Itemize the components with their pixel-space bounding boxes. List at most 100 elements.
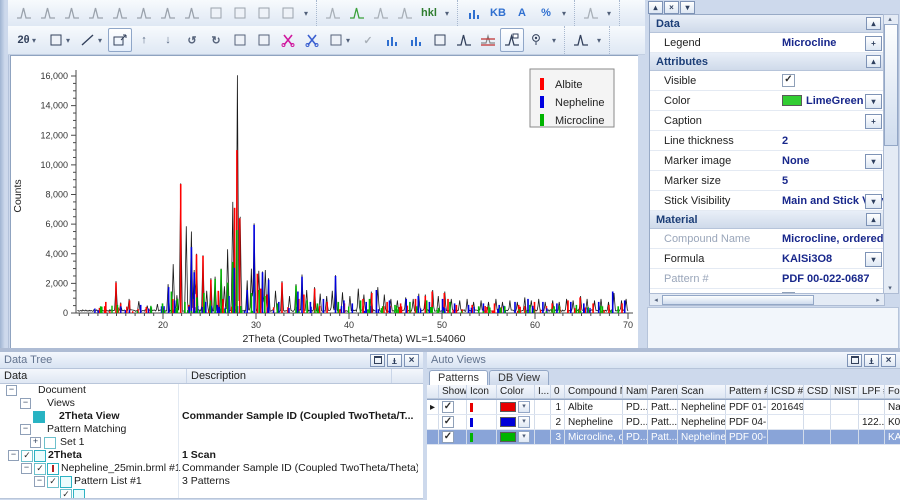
- zoom-box-icon[interactable]: [108, 28, 132, 52]
- toolbar-overflow-icon[interactable]: ▾: [603, 1, 615, 25]
- tree-node-label[interactable]: 2Theta: [48, 449, 82, 462]
- show-checkbox-checked[interactable]: ✓: [442, 416, 454, 428]
- shift-right-icon[interactable]: [132, 1, 156, 25]
- tree-node-label[interactable]: 2Theta View: [59, 410, 120, 423]
- column-header-parent[interactable]: Parent: [648, 385, 678, 398]
- search-match-icon[interactable]: [345, 1, 369, 25]
- shift-left-icon[interactable]: [108, 1, 132, 25]
- tree-checkbox-on[interactable]: ✓: [21, 450, 33, 462]
- collapse-node-icon[interactable]: −: [21, 463, 32, 474]
- dropdown-button[interactable]: ▾: [865, 94, 882, 109]
- column-header-pattern-[interactable]: Pattern #: [726, 385, 768, 398]
- tree-row[interactable]: −Document: [0, 384, 423, 397]
- toolbar-overflow-icon[interactable]: ▾: [558, 1, 570, 25]
- copy-document-icon[interactable]: ▾: [324, 28, 356, 52]
- dropdown-button[interactable]: ▾: [865, 252, 882, 267]
- toolbar-overflow-icon[interactable]: ▾: [300, 1, 312, 25]
- collapse-node-icon[interactable]: −: [8, 450, 19, 461]
- scroll-right-icon[interactable]: ▸: [872, 296, 884, 304]
- add-button[interactable]: +: [865, 114, 882, 129]
- column-header-color[interactable]: Color: [497, 385, 535, 398]
- peak-marks-icon[interactable]: [380, 28, 404, 52]
- column-header-name[interactable]: Name: [623, 385, 648, 398]
- add-view-icon[interactable]: [204, 1, 228, 25]
- view-tool-icon[interactable]: [579, 1, 603, 25]
- kbeta-icon[interactable]: KB: [486, 1, 510, 25]
- property-grid-vscrollbar[interactable]: ▴▾: [883, 14, 899, 294]
- undo-icon[interactable]: ↺: [180, 28, 204, 52]
- peak-list-icon[interactable]: [404, 28, 428, 52]
- pattern-row[interactable]: ✓▾3Microcline, ord...PD...Patt...Nepheli…: [427, 430, 900, 445]
- column-header-scan[interactable]: Scan: [678, 385, 726, 398]
- property-value[interactable]: 2: [782, 135, 884, 147]
- strip-lines-icon[interactable]: [476, 28, 500, 52]
- collapse-node-icon[interactable]: −: [20, 398, 31, 409]
- column-header-row-selector[interactable]: [427, 385, 439, 398]
- property-value[interactable]: ✓: [782, 74, 884, 87]
- absolute-scale-icon[interactable]: A: [510, 1, 534, 25]
- column-header-csd-[interactable]: CSD #: [804, 385, 831, 398]
- tree-row[interactable]: −Pattern Matching: [0, 423, 423, 436]
- add-annotation-icon[interactable]: [228, 1, 252, 25]
- scroll-up-icon[interactable]: ▴: [884, 15, 896, 23]
- tree-checkbox-on[interactable]: ✓: [60, 489, 72, 499]
- tree-checkbox-on[interactable]: ✓: [47, 476, 59, 488]
- property-value[interactable]: PDF 00-022-0687: [782, 273, 884, 285]
- add-button[interactable]: +: [865, 36, 882, 51]
- tree-node-label[interactable]: Pattern Matching: [47, 423, 126, 436]
- tree-row[interactable]: ✓: [0, 488, 423, 499]
- collapse-group-button[interactable]: ▴: [866, 213, 881, 226]
- pin-button[interactable]: Ŧ: [387, 354, 402, 367]
- background-icon[interactable]: [84, 1, 108, 25]
- search-scan-icon[interactable]: [393, 1, 417, 25]
- stick-view-icon[interactable]: [500, 28, 524, 52]
- collapse-group-button[interactable]: ▴: [866, 17, 881, 30]
- tree-checkbox-on[interactable]: ✓: [34, 463, 46, 475]
- tree-node-label[interactable]: Nepheline_25min.brml #1: [61, 462, 181, 475]
- property-value[interactable]: Microcline, ordered: [782, 233, 884, 245]
- toolbar-overflow-icon[interactable]: ▾: [593, 28, 605, 52]
- hkl-icon[interactable]: hkl: [417, 1, 441, 25]
- cut-peaks-icon[interactable]: [276, 28, 300, 52]
- column-header-icon[interactable]: Icon: [467, 385, 497, 398]
- tab-patterns[interactable]: Patterns: [429, 370, 488, 385]
- toolbar-overflow-icon[interactable]: ▾: [441, 1, 453, 25]
- scroll-down-icon[interactable]: ▾: [884, 284, 896, 292]
- copy-range-icon[interactable]: [228, 28, 252, 52]
- vertical-splitter[interactable]: [638, 55, 645, 348]
- collapse-node-icon[interactable]: −: [6, 385, 17, 396]
- tree-row[interactable]: 2Theta ViewCommander Sample ID (Coupled …: [0, 410, 423, 423]
- column-header-description[interactable]: Description: [187, 369, 392, 383]
- dropdown-button[interactable]: ▾: [865, 194, 882, 209]
- column-header-icsd-[interactable]: ICSD #: [768, 385, 804, 398]
- column-header-data[interactable]: Data: [0, 369, 187, 383]
- scroll-thumb[interactable]: [884, 24, 898, 146]
- smooth-icon[interactable]: [36, 1, 60, 25]
- tree-row[interactable]: −✓Pattern List #13 Patterns: [0, 475, 423, 488]
- scroll-left-icon[interactable]: ◂: [650, 296, 662, 304]
- column-header-show[interactable]: Show: [439, 385, 467, 398]
- flag-tool-icon[interactable]: ▾: [44, 28, 76, 52]
- restore-peaks-icon[interactable]: [300, 28, 324, 52]
- column-header-i-[interactable]: I...: [535, 385, 551, 398]
- axis-mode-2theta-icon[interactable]: 2θ▾: [12, 28, 44, 52]
- color-dropdown-icon[interactable]: ▾: [518, 416, 530, 428]
- match-list-icon[interactable]: [369, 1, 393, 25]
- pattern-row[interactable]: ✓▾2NephelinePD...Patt...Nepheline_...PDF…: [427, 415, 900, 430]
- validate-icon[interactable]: ✓: [356, 28, 380, 52]
- slope-tool-icon[interactable]: ▾: [76, 28, 108, 52]
- group-header-material[interactable]: Material▴: [650, 211, 884, 229]
- color-dropdown-icon[interactable]: ▾: [518, 431, 530, 443]
- sticks-shift-icon[interactable]: [462, 1, 486, 25]
- tree-checkbox-off[interactable]: [44, 437, 56, 449]
- color-dropdown-icon[interactable]: ▾: [518, 401, 530, 413]
- column-header-0[interactable]: 0: [551, 385, 565, 398]
- screen-view-icon[interactable]: [428, 28, 452, 52]
- tree-row[interactable]: −✓2Theta1 Scan: [0, 449, 423, 462]
- expand-panel-button[interactable]: ▾: [680, 1, 695, 14]
- close-panel-button[interactable]: ×: [664, 1, 679, 14]
- pattern-row[interactable]: ▸✓▾1AlbitePD...Patt...Nepheline_...PDF 0…: [427, 400, 900, 415]
- redo-icon[interactable]: ↻: [204, 28, 228, 52]
- tree-row[interactable]: −✓Nepheline_25min.brml #1Commander Sampl…: [0, 462, 423, 475]
- paste-range-icon[interactable]: [252, 28, 276, 52]
